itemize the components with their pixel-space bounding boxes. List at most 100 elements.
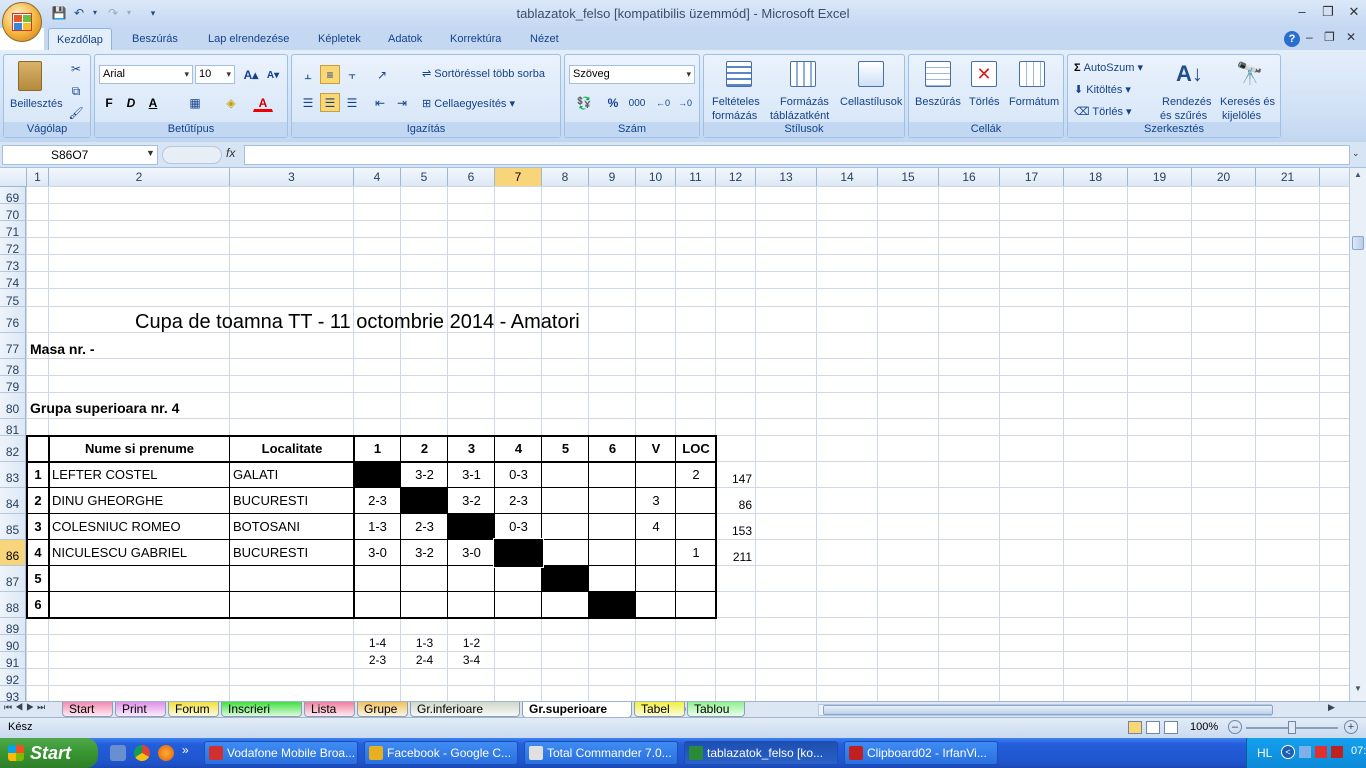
column-header[interactable]: 1 (27, 168, 49, 187)
column-header[interactable]: 21 (1256, 168, 1320, 187)
firefox-icon[interactable] (158, 745, 174, 761)
row-header[interactable]: 76 (0, 307, 26, 333)
minimize-button[interactable]: – (1290, 4, 1314, 22)
paste-button[interactable]: Beillesztés (10, 59, 63, 119)
row-header[interactable]: 82 (0, 436, 26, 462)
tray-app-icon[interactable] (1315, 746, 1327, 758)
extra-value[interactable] (716, 592, 756, 618)
chrome-icon[interactable] (134, 745, 150, 761)
extra-value[interactable]: 86 (716, 488, 756, 514)
row-header[interactable]: 75 (0, 289, 26, 308)
active-cell[interactable] (493, 538, 544, 568)
font-color-button[interactable]: A (253, 93, 273, 112)
tab-review[interactable]: Korrektúra (442, 28, 509, 50)
sort-filter-button[interactable]: A↓ Rendezés és szűrés (1158, 59, 1216, 122)
zoom-in-icon[interactable]: + (1344, 720, 1358, 734)
sheet-tab-start[interactable]: Start (62, 702, 113, 717)
grow-font-icon[interactable]: A▴ (241, 65, 261, 84)
column-header[interactable]: 3 (230, 168, 354, 187)
row-header[interactable]: 92 (0, 669, 26, 687)
decrease-indent-icon[interactable]: ⇤ (370, 93, 390, 112)
schedule-pair[interactable]: 1-2 (448, 635, 495, 652)
column-header[interactable]: 15 (878, 168, 939, 187)
sheet-tab-gr-inferioare[interactable]: Gr.inferioare (410, 702, 520, 717)
format-cells-button[interactable]: Formátum (1007, 59, 1061, 121)
insert-function-icon[interactable]: fx (226, 146, 235, 160)
start-button[interactable]: Start (0, 738, 98, 768)
clear-button[interactable]: ⌫ Törlés ▾ (1074, 105, 1132, 119)
row-header[interactable]: 70 (0, 204, 26, 222)
percent-button[interactable]: % (603, 93, 623, 112)
row-header[interactable]: 87 (0, 566, 26, 592)
ribbon-close-button[interactable]: ✕ (1346, 30, 1356, 44)
column-header[interactable]: 18 (1064, 168, 1128, 187)
column-header[interactable]: 5 (401, 168, 448, 187)
font-size-combo[interactable]: 10 (195, 65, 235, 84)
network-icon[interactable] (1299, 746, 1311, 758)
row-header[interactable]: 79 (0, 376, 26, 394)
borders-icon[interactable]: ▦ (185, 93, 205, 112)
align-right-icon[interactable]: ☰ (342, 93, 362, 112)
select-all-corner[interactable] (0, 168, 27, 187)
row-header[interactable]: 86 (0, 540, 26, 566)
quicklaunch-more-icon[interactable]: » (182, 743, 189, 757)
font-name-combo[interactable]: Arial (99, 65, 193, 84)
row-header[interactable]: 80 (0, 393, 26, 419)
row-header[interactable]: 69 (0, 187, 26, 205)
orientation-icon[interactable]: ↗ (372, 65, 392, 84)
group-label[interactable]: Grupa superioara nr. 4 (27, 393, 327, 419)
tab-formulas[interactable]: Képletek (310, 28, 369, 50)
taskbar-item[interactable]: Clipboard02 - IrfanVi... (844, 741, 998, 765)
schedule-pair[interactable]: 2-4 (401, 652, 448, 669)
fill-color-icon[interactable]: ◈ (221, 93, 241, 112)
vertical-scrollbar[interactable]: ▲ ▼ (1349, 168, 1366, 701)
number-format-combo[interactable]: Szöveg (569, 65, 695, 84)
increase-indent-icon[interactable]: ⇥ (392, 93, 412, 112)
taskbar-item[interactable]: tablazatok_felso [ko... (684, 741, 838, 765)
conditional-formatting-button[interactable]: Feltételes formázás (708, 59, 770, 122)
column-header[interactable]: 11 (676, 168, 716, 187)
row-header[interactable]: 74 (0, 272, 26, 290)
row-header[interactable]: 78 (0, 359, 26, 377)
extra-value[interactable]: 153 (716, 514, 756, 540)
scroll-right-icon[interactable]: ▶ (1328, 702, 1335, 713)
row-header[interactable]: 85 (0, 514, 26, 540)
sheet-tab-inscrieri[interactable]: Inscrieri (221, 702, 302, 717)
formula-input[interactable] (244, 145, 1350, 165)
row-header[interactable]: 91 (0, 652, 26, 670)
row-header[interactable]: 84 (0, 488, 26, 514)
align-top-icon[interactable]: ⫠ (298, 65, 318, 84)
align-bottom-icon[interactable]: ⫟ (342, 65, 362, 84)
copy-icon[interactable]: ⧉ (66, 81, 86, 100)
extra-value[interactable]: 211 (716, 540, 756, 566)
column-header[interactable]: 19 (1128, 168, 1192, 187)
autosum-button[interactable]: Σ AutoSzum ▾ (1074, 61, 1143, 75)
taskbar-item[interactable]: Vodafone Mobile Broa... (204, 741, 358, 765)
zoom-level[interactable]: 100% (1190, 721, 1218, 733)
expand-formula-icon[interactable]: ⌄ (1352, 148, 1360, 159)
extra-value[interactable]: 147 (716, 462, 756, 488)
masa-label[interactable]: Masa nr. - (27, 333, 227, 359)
horizontal-scroll-thumb[interactable] (823, 705, 1273, 715)
taskbar-item[interactable]: Facebook - Google C... (364, 741, 518, 765)
row-header[interactable]: 88 (0, 592, 26, 618)
row-header[interactable]: 71 (0, 221, 26, 239)
office-button[interactable] (2, 2, 42, 42)
ribbon-minimize-button[interactable]: – (1306, 30, 1313, 44)
sheet-tab-tabel[interactable]: Tabel (634, 702, 685, 717)
help-icon[interactable]: ? (1284, 31, 1300, 47)
name-box[interactable]: S86O7 (2, 145, 158, 165)
tab-home[interactable]: Kezdőlap (48, 28, 112, 50)
taskbar-item[interactable]: Total Commander 7.0... (524, 741, 678, 765)
restore-button[interactable]: ❐ (1316, 4, 1340, 22)
sheet-tab-gr-superioare[interactable]: Gr.superioare (522, 702, 632, 718)
tab-insert[interactable]: Beszúrás (124, 28, 186, 50)
align-middle-icon[interactable]: ≡ (320, 65, 340, 84)
merge-button[interactable]: ⊞ Cellaegyesítés ▾ (422, 97, 515, 111)
tab-page-layout[interactable]: Lap elrendezése (200, 28, 297, 50)
cut-icon[interactable]: ✂ (66, 59, 86, 78)
row-header[interactable]: 73 (0, 255, 26, 273)
column-header[interactable]: 10 (636, 168, 676, 187)
page-layout-view-icon[interactable] (1146, 721, 1160, 734)
schedule-pair[interactable]: 1-4 (354, 635, 401, 652)
